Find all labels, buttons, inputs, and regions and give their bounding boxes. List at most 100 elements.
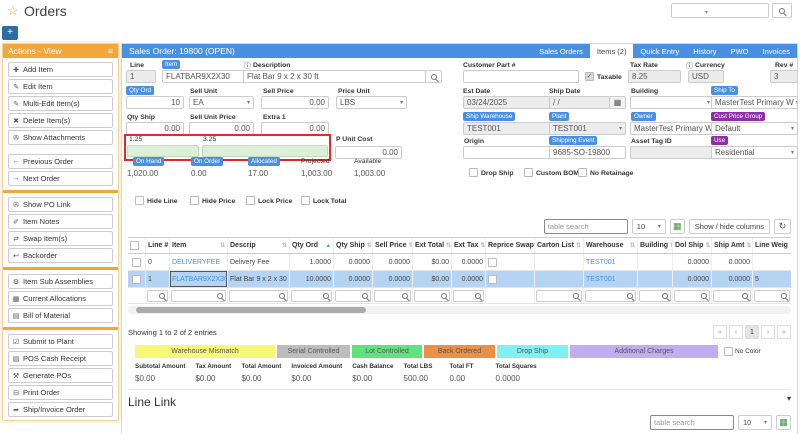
table-search-input[interactable] [544, 219, 628, 234]
col-line[interactable]: Line #⇅ [146, 238, 170, 253]
generate-pos-button[interactable]: ⚒Generate POs [8, 368, 113, 383]
column-filter-input[interactable] [585, 290, 636, 302]
column-filter-input[interactable] [229, 290, 288, 302]
building-select[interactable]: ▾ [630, 96, 714, 109]
owner-select[interactable]: MasterTest Primary W▾ [630, 122, 714, 135]
item-sub-assemblies-button[interactable]: ⚙Item Sub Assemblies [8, 274, 113, 289]
col-line-weight[interactable]: Line Weig [753, 238, 791, 253]
line-link-page-size-select[interactable]: 10▾ [738, 415, 772, 430]
col-ext-tax[interactable]: Ext Tax⇅ [452, 238, 486, 253]
highlight-b-input[interactable] [202, 145, 328, 157]
multi-edit-items-button[interactable]: ✎Multi-Edit Item(s) [8, 96, 113, 111]
sell-price-input[interactable] [261, 96, 329, 109]
table-row[interactable]: ✓ 0 DELIVERYFEE Delivery Fee 1.0000 0.00… [128, 254, 791, 271]
previous-order-button[interactable]: ←Previous Order [8, 154, 113, 169]
row-checkbox[interactable]: ✓ [132, 275, 141, 284]
col-reprice-swap[interactable]: Reprice Swap [486, 238, 535, 253]
qty-ord-input[interactable] [126, 96, 184, 109]
col-qty-ship[interactable]: Qty Ship⇅ [334, 238, 373, 253]
backorder-button[interactable]: ↩Backorder [8, 248, 113, 263]
tab-invoices[interactable]: Invoices [755, 44, 797, 58]
tab-pwo[interactable]: PWO [724, 44, 756, 58]
ship-date-calendar-button[interactable]: ▦ [609, 96, 626, 109]
lock-total-checkbox[interactable]: ✓ [301, 196, 310, 205]
description-search-button[interactable] [425, 70, 442, 83]
col-ship-amt[interactable]: Ship Amt⇅ [712, 238, 753, 253]
line-link-export-excel-button[interactable]: ▦ [776, 415, 791, 430]
customer-part-input[interactable] [463, 70, 579, 83]
item-notes-button[interactable]: ✐Item Notes [8, 214, 113, 229]
column-filter-input[interactable] [147, 290, 168, 302]
delete-items-button[interactable]: ✖Delete Item(s) [8, 113, 113, 128]
lock-price-checkbox[interactable]: ✓ [246, 196, 255, 205]
col-carton-list[interactable]: Carton List⇅ [535, 238, 584, 253]
column-filter-input[interactable] [171, 290, 226, 302]
table-row-selected[interactable]: ✓ 1 FLATBAR9X2X30 Flat Bar 9 x 2 x 30 ft… [128, 271, 791, 288]
taxable-checkbox[interactable]: ✓ [585, 72, 594, 81]
col-qty-ord[interactable]: Qty Ord▲ [290, 238, 334, 253]
col-dol-ship[interactable]: Dol Ship⇅ [673, 238, 712, 253]
reprice-swap-checkbox[interactable]: ✓ [488, 275, 497, 284]
column-filter-input[interactable] [713, 290, 751, 302]
select-all-checkbox[interactable]: ✓ [130, 241, 139, 250]
reprice-swap-checkbox[interactable]: ✓ [488, 258, 497, 267]
col-descrip[interactable]: Descrip⇅ [228, 238, 290, 253]
col-item[interactable]: Item⇅ [170, 238, 228, 253]
edit-item-button[interactable]: ✎Edit Item [8, 79, 113, 94]
price-unit-select[interactable]: LBS▾ [336, 96, 407, 109]
pos-cash-receipt-button[interactable]: ▤POS Cash Receipt [8, 351, 113, 366]
global-search-input[interactable] [671, 3, 769, 18]
drop-ship-checkbox[interactable]: ✓ [469, 168, 478, 177]
line-input[interactable] [126, 70, 156, 83]
cust-price-group-select[interactable]: Default▾ [711, 122, 798, 135]
tab-history[interactable]: History [686, 44, 723, 58]
global-search-button[interactable] [772, 3, 792, 18]
ship-date-input[interactable] [549, 96, 610, 109]
page-first-button[interactable]: « [713, 325, 727, 339]
asset-tag-input[interactable] [630, 146, 714, 159]
ship-to-select[interactable]: MasterTest Primary W▾ [711, 96, 798, 109]
page-prev-button[interactable]: ‹ [729, 325, 743, 339]
swap-items-button[interactable]: ⇄Swap Item(s) [8, 231, 113, 246]
column-filter-input[interactable] [674, 290, 710, 302]
no-retainage-checkbox[interactable]: ✓ [578, 168, 587, 177]
line-link-search-input[interactable] [650, 415, 734, 430]
collapse-chevron-icon[interactable]: ▾ [787, 394, 791, 403]
use-select[interactable]: Residential▾ [711, 146, 798, 159]
ship-warehouse-select[interactable]: TEST001▾ [463, 122, 562, 135]
column-filter-input[interactable] [374, 290, 411, 302]
hide-price-checkbox[interactable]: ✓ [190, 196, 199, 205]
origin-input[interactable] [463, 146, 562, 159]
export-excel-button[interactable]: ▦ [670, 219, 685, 234]
scrollbar-thumb[interactable] [136, 307, 366, 313]
currency-input[interactable] [688, 70, 724, 83]
favorite-star-icon[interactable]: ☆ [7, 3, 19, 19]
highlight-a-input[interactable] [127, 145, 199, 157]
bill-of-material-button[interactable]: ▤Bill of Material [8, 308, 113, 323]
page-1-button[interactable]: 1 [745, 325, 759, 339]
column-filter-input[interactable] [754, 290, 790, 302]
row-checkbox[interactable]: ✓ [132, 258, 141, 267]
rev-input[interactable] [770, 70, 798, 83]
show-po-link-button[interactable]: ✇Show PO Link [8, 197, 113, 212]
col-building[interactable]: Building⇅ [638, 238, 673, 253]
cell-item-link[interactable]: FLATBAR9X2X30 [170, 271, 228, 287]
add-panel-button[interactable]: + [2, 26, 18, 40]
tax-rate-input[interactable] [628, 70, 681, 83]
print-order-button[interactable]: ⊟Print Order [8, 385, 113, 400]
column-filter-input[interactable] [414, 290, 450, 302]
cell-warehouse-link[interactable]: TEST001 [584, 254, 638, 270]
no-color-checkbox[interactable]: ✓ [724, 347, 733, 356]
col-warehouse[interactable]: Warehouse⇅ [584, 238, 638, 253]
next-order-button[interactable]: →Next Order [8, 171, 113, 186]
column-filter-input[interactable] [291, 290, 332, 302]
show-attachments-button[interactable]: ✇Show Attachments [8, 130, 113, 145]
cell-item-link[interactable]: DELIVERYFEE [170, 254, 228, 270]
shipping-event-input[interactable] [549, 146, 626, 159]
page-last-button[interactable]: » [777, 325, 791, 339]
page-size-select[interactable]: 10▾ [632, 219, 666, 234]
column-filter-input[interactable] [639, 290, 671, 302]
description-input[interactable] [243, 70, 426, 83]
est-date-input[interactable] [463, 96, 562, 109]
column-filter-input[interactable] [335, 290, 371, 302]
